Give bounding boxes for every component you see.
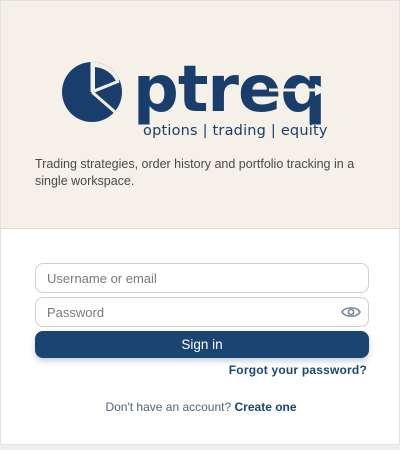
signup-row: Don't have an account? Create one xyxy=(1,400,399,414)
brand-logo: ptreq options | trading | equity xyxy=(59,57,339,147)
create-account-link[interactable]: Create one xyxy=(235,400,297,414)
tagline-options: options xyxy=(143,123,198,139)
pie-chart-logo-icon xyxy=(62,62,122,122)
username-input[interactable] xyxy=(35,263,369,293)
brand-header: ptreq options | trading | equity Trading… xyxy=(1,1,399,229)
login-card: ptreq options | trading | equity Trading… xyxy=(0,0,400,445)
signup-prompt: Don't have an account? xyxy=(105,400,232,414)
tagline-trading: trading xyxy=(212,123,267,139)
sign-in-button[interactable]: Sign in xyxy=(35,331,369,358)
tagline-equity: equity xyxy=(280,123,328,139)
forgot-password-link[interactable]: Forgot your password? xyxy=(229,363,367,377)
password-input[interactable] xyxy=(35,297,369,327)
eye-icon[interactable] xyxy=(341,303,361,321)
brand-description: Trading strategies, order history and po… xyxy=(35,157,355,188)
arrow-right-icon xyxy=(269,84,327,96)
brand-tagline: options | trading | equity xyxy=(143,123,328,139)
